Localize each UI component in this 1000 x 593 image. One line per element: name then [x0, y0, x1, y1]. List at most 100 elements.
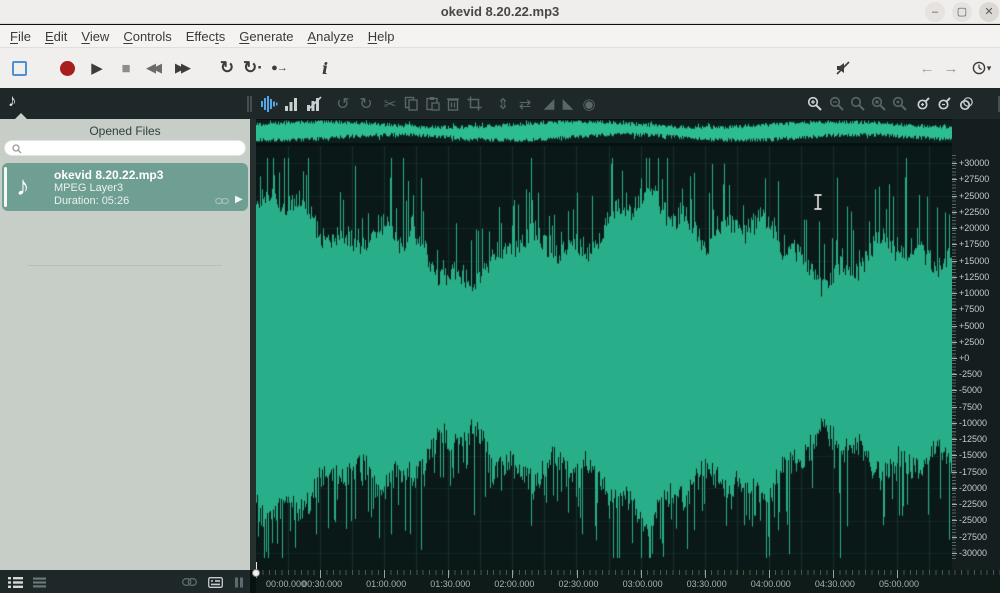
menu-file[interactable]: File	[10, 29, 31, 44]
list-details-view-button[interactable]	[6, 574, 24, 590]
bar-meter-icon	[284, 96, 300, 112]
play-from-cursor-button[interactable]: ●→	[268, 57, 290, 79]
link-tracks-button[interactable]	[180, 574, 198, 590]
crop-button[interactable]	[463, 92, 485, 115]
search-input[interactable]	[27, 142, 241, 154]
amplitude-label: +7500	[959, 304, 984, 314]
list-compact-view-button[interactable]	[30, 574, 48, 590]
axis-tick	[952, 374, 957, 375]
axis-tick	[952, 358, 957, 359]
selection-icon	[12, 61, 27, 76]
amplitude-axis: +30000+27500+25000+22500+20000+17500+150…	[952, 119, 1000, 570]
cut-button[interactable]: ✂	[379, 92, 401, 115]
amplitude-label: -12500	[959, 434, 987, 444]
zoom-out-button[interactable]	[826, 92, 848, 115]
minimize-button[interactable]: –	[925, 2, 945, 22]
ruler-tick	[897, 570, 898, 578]
select-visible-button[interactable]	[912, 92, 934, 115]
time-label: 01:30.000	[420, 579, 480, 589]
zoom-in-button[interactable]	[804, 92, 826, 115]
file-play-icon[interactable]: ▶	[235, 194, 243, 205]
trash-icon	[446, 96, 460, 111]
toolbar-end-handle[interactable]	[989, 92, 1000, 115]
selection-tool-button[interactable]	[8, 57, 30, 79]
zoom-fit-button[interactable]	[889, 92, 911, 115]
copy-icon	[404, 96, 419, 111]
main-waveform[interactable]	[256, 146, 952, 570]
file-duration: Duration: 05:26	[54, 195, 129, 207]
axis-tick	[952, 179, 957, 180]
fast-forward-button[interactable]: ▶▶	[172, 57, 194, 79]
reverse-button[interactable]: ⇄	[514, 92, 536, 115]
menu-generate[interactable]: Generate	[239, 29, 293, 44]
fade-out-button[interactable]: ◣	[557, 92, 579, 115]
opened-file-item[interactable]: ♪ okevid 8.20.22.mp3 MPEG Layer3 Duratio…	[2, 163, 248, 211]
zoom-out-icon	[829, 96, 845, 112]
file-search-box[interactable]	[4, 140, 246, 156]
playhead-marker[interactable]	[252, 569, 260, 577]
record-button[interactable]	[56, 57, 78, 79]
cloud-icon	[214, 196, 230, 205]
list-details-icon	[8, 576, 23, 589]
file-name: okevid 8.20.22.mp3	[54, 168, 163, 182]
pause-indicator-button[interactable]	[230, 574, 248, 590]
copy-button[interactable]	[400, 92, 422, 115]
menu-analyze[interactable]: Analyze	[307, 29, 353, 44]
main-toolbar: ▶ ■ ◀◀ ▶▶ ↻ ↻· ●→ i 44.1 kHz mono -0000:…	[0, 48, 1000, 88]
search-icon	[12, 144, 22, 154]
zoom-selection-button[interactable]	[868, 92, 890, 115]
track-levels-edit-button[interactable]	[303, 92, 325, 115]
time-ruler[interactable]: 00:00.00000:30.00001:00.00001:30.00002:0…	[256, 570, 1000, 593]
menu-view[interactable]: View	[81, 29, 109, 44]
play-button[interactable]: ▶	[86, 57, 108, 79]
amplitude-label: +0	[959, 353, 969, 363]
undo-button[interactable]: ↺	[332, 92, 354, 115]
title-bar[interactable]: okevid 8.20.22.mp3 – ▢ ✕	[0, 0, 1000, 24]
rewind-button[interactable]: ◀◀	[143, 57, 165, 79]
menu-controls[interactable]: Controls	[123, 29, 171, 44]
waveform-view-button[interactable]	[258, 92, 280, 115]
menu-edit[interactable]: Edit	[45, 29, 67, 44]
opened-files-tab-note-icon[interactable]: ♪	[8, 91, 17, 111]
select-all-button[interactable]	[955, 92, 977, 115]
panel-title: Opened Files	[0, 124, 250, 138]
normalize-button[interactable]: ◉	[578, 92, 600, 115]
overview-waveform[interactable]	[256, 120, 952, 143]
seek-forward-button[interactable]: →	[940, 57, 962, 79]
panel-divider	[28, 265, 222, 266]
amplitude-label: -5000	[959, 385, 982, 395]
link-icon	[182, 578, 197, 586]
redo-button[interactable]: ↻	[355, 92, 377, 115]
loop-track-button[interactable]: ↻·	[242, 57, 264, 79]
toolbar-drag-handle[interactable]	[238, 92, 260, 115]
zoom-normal-button[interactable]	[847, 92, 869, 115]
delete-button[interactable]	[442, 92, 464, 115]
seek-back-button[interactable]: ←	[916, 57, 938, 79]
loop-button[interactable]: ↻	[216, 57, 238, 79]
close-button[interactable]: ✕	[979, 2, 999, 22]
paste-button[interactable]	[421, 92, 443, 115]
amplitude-label: -22500	[959, 499, 987, 509]
stop-button[interactable]: ■	[115, 57, 137, 79]
undo-history-button[interactable]: ▾	[966, 57, 996, 79]
waveform-icon	[260, 95, 278, 113]
maximize-button[interactable]: ▢	[952, 2, 972, 22]
ruler-tick	[512, 570, 513, 578]
select-all-icon	[958, 96, 974, 112]
file-info-button[interactable]: i	[314, 57, 336, 79]
time-label: 01:00.000	[356, 579, 416, 589]
amplify-button[interactable]: ⇕	[492, 92, 514, 115]
track-levels-button[interactable]	[281, 92, 303, 115]
axis-tick	[952, 261, 957, 262]
time-label: 03:30.000	[677, 579, 737, 589]
label-view-button[interactable]	[206, 574, 224, 590]
time-label: 02:30.000	[549, 579, 609, 589]
menu-effects[interactable]: Effects	[186, 29, 226, 44]
axis-tick	[952, 472, 957, 473]
menu-help[interactable]: Help	[368, 29, 395, 44]
mute-icon	[835, 60, 851, 76]
time-label: 02:00.000	[484, 579, 544, 589]
mute-button[interactable]	[832, 57, 854, 79]
axis-tick	[952, 488, 957, 489]
select-none-button[interactable]	[933, 92, 955, 115]
